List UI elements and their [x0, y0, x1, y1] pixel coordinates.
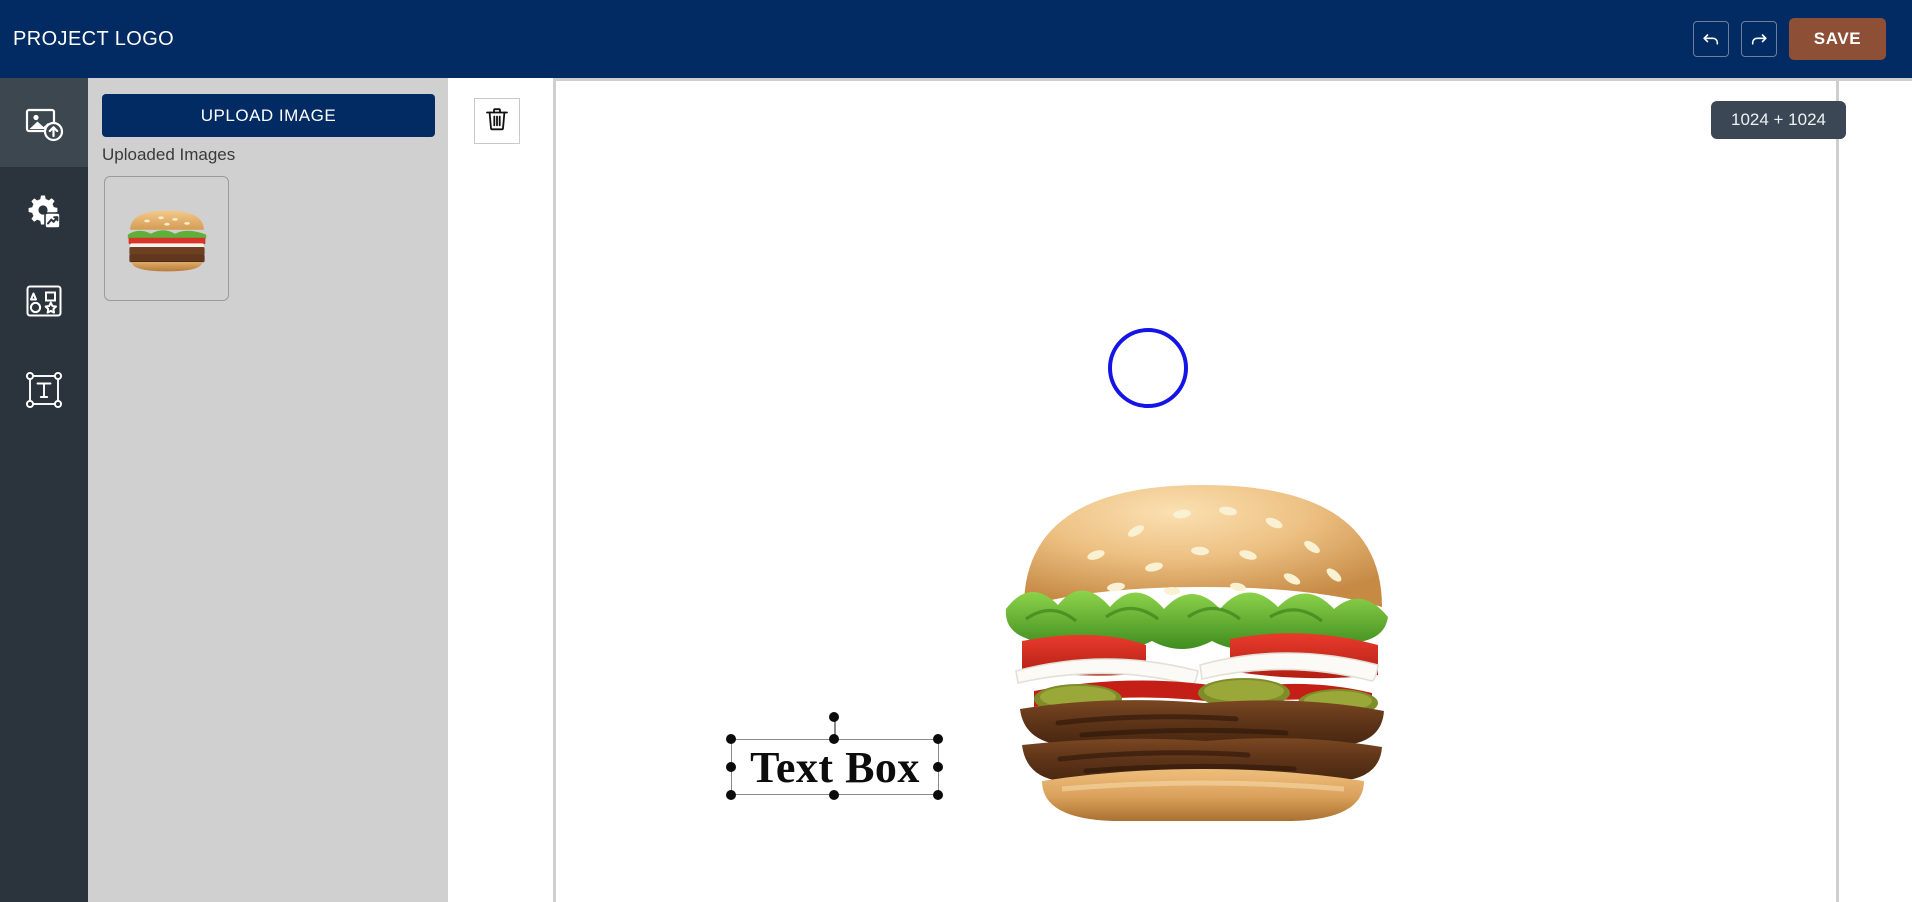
handle-bottom-right[interactable]	[933, 790, 943, 800]
sidebar-item-shapes[interactable]	[0, 256, 88, 345]
burger-thumbnail[interactable]	[104, 176, 229, 301]
trash-icon	[484, 106, 510, 137]
uploaded-images-label: Uploaded Images	[102, 145, 236, 164]
sidebar-item-settings-chart[interactable]	[0, 167, 88, 256]
canvas-right-edge	[1836, 81, 1839, 902]
app-header: PROJECT LOGO SAVE	[0, 0, 1912, 78]
burger-image[interactable]	[986, 459, 1420, 823]
upload-panel: UPLOAD IMAGE Uploaded Images	[88, 78, 448, 902]
redo-button[interactable]	[1741, 21, 1777, 57]
handle-bottom-center[interactable]	[829, 790, 839, 800]
canvas-tool-strip	[448, 78, 553, 902]
image-editor-app: PROJECT LOGO SAVE UPLOAD IMAGE Uploaded …	[0, 0, 1912, 902]
rotation-handle[interactable]	[829, 712, 839, 722]
handle-bottom-left[interactable]	[726, 790, 736, 800]
gear-chart-icon	[24, 192, 64, 232]
sidebar-item-text[interactable]	[0, 345, 88, 434]
save-button[interactable]: SAVE	[1789, 18, 1886, 60]
shapes-icon	[24, 281, 64, 321]
header-actions: SAVE	[1693, 18, 1886, 60]
burger-thumbnail-image	[127, 210, 206, 271]
text-box-icon	[24, 370, 64, 410]
canvas-area[interactable]: 1024 + 1024 Text Box	[553, 78, 1912, 902]
image-upload-icon	[24, 103, 64, 143]
project-logo: PROJECT LOGO	[13, 27, 175, 50]
undo-button[interactable]	[1693, 21, 1729, 57]
handle-top-right[interactable]	[933, 734, 943, 744]
handle-top-center[interactable]	[829, 734, 839, 744]
upload-image-button[interactable]: UPLOAD IMAGE	[102, 94, 435, 137]
handle-middle-left[interactable]	[726, 762, 736, 772]
text-box[interactable]: Text Box	[726, 712, 943, 805]
sidebar-item-image-upload[interactable]	[0, 78, 88, 167]
delete-button[interactable]	[474, 98, 520, 144]
burger-image-graphic	[1005, 485, 1388, 821]
handle-top-left[interactable]	[726, 734, 736, 744]
text-box-label: Text Box	[750, 742, 920, 792]
undo-arrow-icon	[1701, 29, 1721, 49]
canvas-size-badge: 1024 + 1024	[1710, 101, 1846, 139]
redo-arrow-icon	[1749, 29, 1769, 49]
handle-middle-right[interactable]	[933, 762, 943, 772]
circle-shape[interactable]	[1108, 328, 1188, 408]
tool-rail	[0, 78, 88, 902]
